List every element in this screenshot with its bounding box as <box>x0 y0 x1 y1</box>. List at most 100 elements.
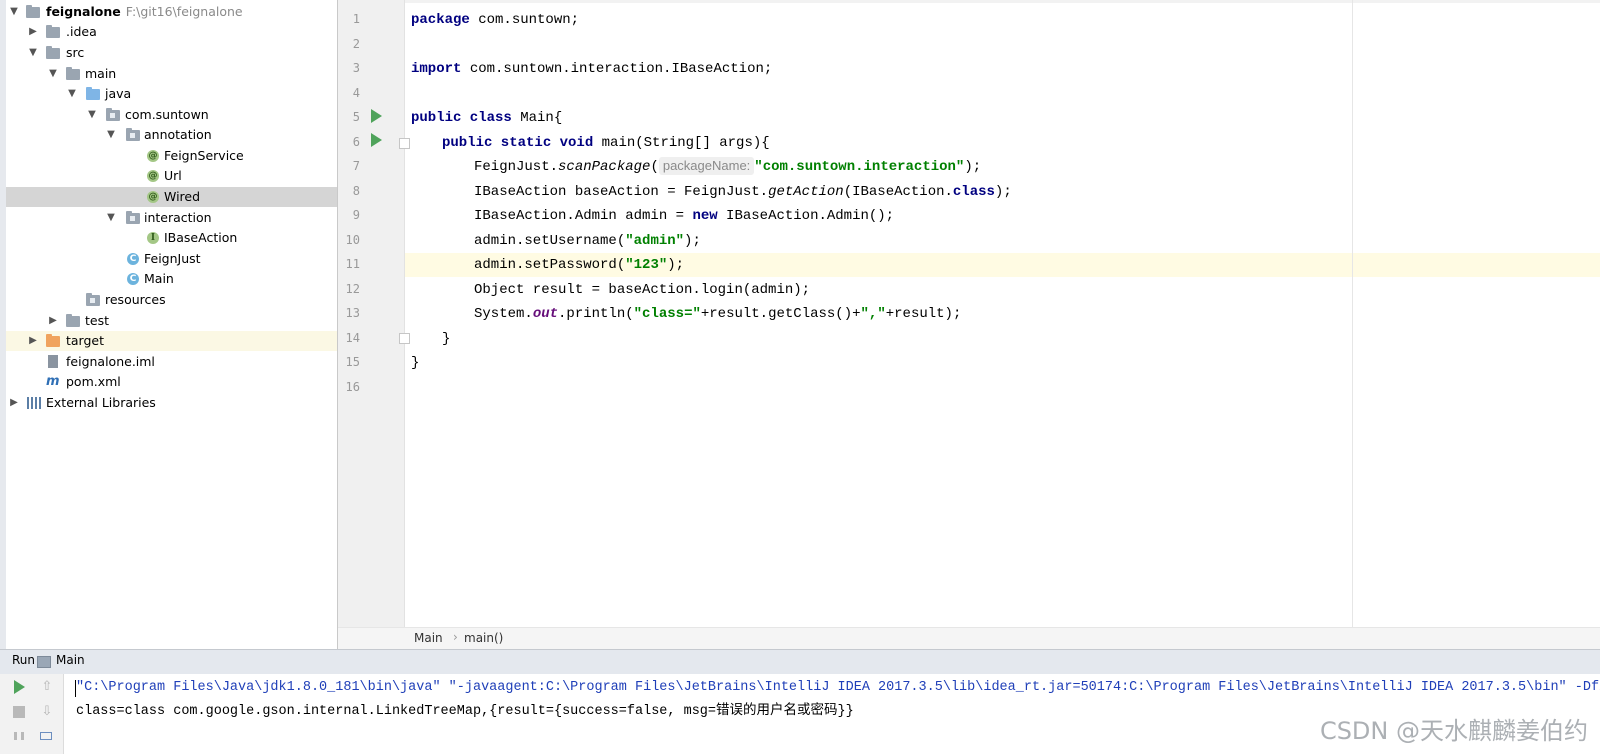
line-number: 2 <box>352 37 360 51</box>
tree-item-external-libraries[interactable]: ▶ External Libraries <box>6 393 337 413</box>
line-number: 1 <box>352 12 360 26</box>
tree-item-main[interactable]: ▼ main <box>6 64 337 84</box>
breadcrumb-class[interactable]: Main <box>414 631 443 645</box>
annotation-icon: @ <box>147 191 159 203</box>
line-number: 4 <box>352 86 360 100</box>
arrow-up-icon[interactable]: ⇧ <box>40 680 54 694</box>
tree-item-com-suntown[interactable]: ▼ com.suntown <box>6 105 337 125</box>
folder-icon <box>46 46 60 60</box>
tree-item-label: FeignJust <box>144 251 201 266</box>
tree-item-label: FeignService <box>164 148 244 163</box>
module-file-icon <box>46 355 60 369</box>
folder-icon <box>66 314 80 328</box>
tree-item-feignservice[interactable]: @ FeignService <box>6 146 337 166</box>
tree-item-java[interactable]: ▼ java <box>6 84 337 104</box>
tree-item-label: Url <box>164 168 182 183</box>
line-number: 16 <box>345 380 360 394</box>
chevron-right-icon[interactable]: ▶ <box>27 22 39 42</box>
tree-item-test[interactable]: ▶ test <box>6 311 337 331</box>
tree-item-label: java <box>105 86 132 101</box>
chevron-right-icon[interactable]: ▶ <box>27 331 39 351</box>
code-line-3: import com.suntown.interaction.IBaseActi… <box>411 61 773 77</box>
tree-item-interaction[interactable]: ▼ interaction <box>6 208 337 228</box>
tree-item-annotation[interactable]: ▼ annotation <box>6 125 337 145</box>
run-method-icon[interactable] <box>371 133 382 147</box>
tree-item-label: pom.xml <box>66 374 121 389</box>
editor-gutter: 1 2 3 4 5 6 7 8 9 10 11 12 13 14 15 16 <box>338 0 410 627</box>
folder-icon <box>66 67 80 81</box>
code-line-15: } <box>411 355 420 371</box>
code-line-8: IBaseAction baseAction = FeignJust.getAc… <box>474 184 1012 200</box>
console-command-line: "C:\Program Files\Java\jdk1.8.0_181\bin\… <box>76 680 1600 695</box>
code-line-5: public class Main{ <box>411 110 563 126</box>
code-line-1: package com.suntown; <box>411 12 580 28</box>
pause-icon[interactable] <box>14 732 24 740</box>
run-class-icon[interactable] <box>371 109 382 123</box>
source-folder-icon <box>86 87 100 101</box>
tree-item-idea[interactable]: ▶ .idea <box>6 22 337 42</box>
interface-icon: I <box>146 231 160 245</box>
rerun-icon[interactable] <box>14 680 25 694</box>
tree-item-iml[interactable]: feignalone.iml <box>6 352 337 372</box>
tree-item-main-class[interactable]: C Main <box>6 269 337 289</box>
tree-item-ibaseaction[interactable]: I IBaseAction <box>6 228 337 248</box>
tree-item-label: annotation <box>144 127 212 142</box>
maven-icon: m <box>46 374 60 389</box>
editor-tab-strip <box>338 0 1600 3</box>
soft-wrap-icon[interactable] <box>40 732 52 740</box>
code-line-12: Object result = baseAction.login(admin); <box>474 282 811 298</box>
arrow-down-icon[interactable]: ⇩ <box>40 705 54 719</box>
chevron-down-icon[interactable]: ▼ <box>8 2 20 22</box>
tree-item-pom[interactable]: m pom.xml <box>6 372 337 392</box>
package-icon <box>126 128 140 142</box>
tree-item-label: resources <box>105 292 166 307</box>
run-console[interactable]: ⇧ ⇩ "C:\Program Files\Java\jdk1.8.0_181\… <box>0 674 1600 754</box>
annotation-icon: @ <box>147 150 159 162</box>
tree-item-feignjust[interactable]: C FeignJust <box>6 249 337 269</box>
project-path: F:\git16\feignalone <box>125 4 243 19</box>
tree-item-url[interactable]: @ Url <box>6 166 337 186</box>
chevron-down-icon[interactable]: ▼ <box>27 43 39 63</box>
code-editor[interactable]: 1 2 3 4 5 6 7 8 9 10 11 12 13 14 15 16 p… <box>338 0 1600 627</box>
tree-item-label: External Libraries <box>46 395 156 410</box>
code-line-7: FeignJust.scanPackage(packageName: "com.s… <box>474 157 982 175</box>
tree-item-target[interactable]: ▶ target <box>6 331 337 351</box>
code-line-9: IBaseAction.Admin admin = new IBaseActio… <box>474 208 895 224</box>
class-icon: C <box>126 272 140 286</box>
tree-root[interactable]: ▼ feignalone F:\git16\feignalone <box>6 2 337 22</box>
run-tab-main[interactable]: Main <box>56 653 85 667</box>
stop-icon[interactable] <box>13 706 25 718</box>
annotation-icon: @ <box>147 170 159 182</box>
breadcrumb-method[interactable]: main() <box>464 631 503 645</box>
breadcrumb: Main › main() <box>338 627 1600 650</box>
tree-item-wired[interactable]: @ Wired <box>6 187 337 207</box>
class-icon: C <box>126 252 140 266</box>
code-line-14: } <box>442 331 451 347</box>
chevron-down-icon[interactable]: ▼ <box>105 208 117 228</box>
tree-item-label: Main <box>144 271 174 286</box>
chevron-down-icon[interactable]: ▼ <box>47 64 59 84</box>
line-number: 11 <box>345 257 360 271</box>
tree-item-label: .idea <box>66 24 97 39</box>
chevron-down-icon[interactable]: ▼ <box>66 84 78 104</box>
chevron-down-icon[interactable]: ▼ <box>105 125 117 145</box>
watermark: CSDN @天水麒麟姜伯约 <box>1319 717 1588 745</box>
folder-icon <box>46 25 60 39</box>
chevron-down-icon[interactable]: ▼ <box>86 105 98 125</box>
line-number: 3 <box>352 61 360 75</box>
fold-marker-icon[interactable] <box>399 138 410 149</box>
folder-icon <box>26 5 40 19</box>
fold-marker-icon[interactable] <box>399 333 410 344</box>
console-output-line: class=class com.google.gson.internal.Lin… <box>76 704 854 719</box>
package-icon <box>106 108 120 122</box>
code-line-10: admin.setUsername("admin"); <box>474 233 701 249</box>
console-toolbar: ⇧ ⇩ <box>0 674 64 754</box>
tree-item-src[interactable]: ▼ src <box>6 43 337 63</box>
chevron-right-icon[interactable]: ▶ <box>8 393 20 413</box>
right-margin-guide <box>1352 0 1353 627</box>
code-line-13: System.out.println("class="+result.getCl… <box>474 306 962 322</box>
library-icon <box>27 396 41 410</box>
project-name: feignalone <box>46 4 121 19</box>
chevron-right-icon[interactable]: ▶ <box>47 311 59 331</box>
tree-item-resources[interactable]: resources <box>6 290 337 310</box>
